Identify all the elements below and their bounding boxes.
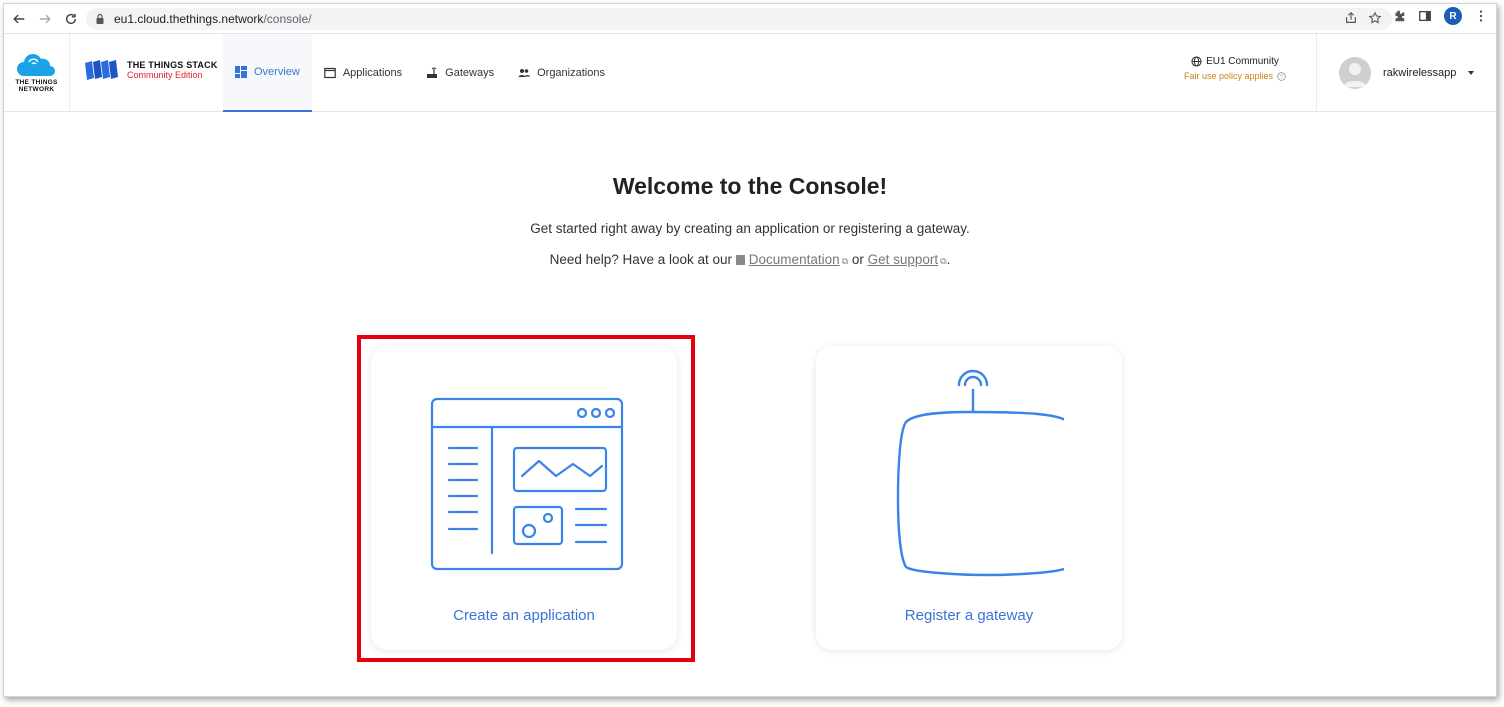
external-link-icon: ⧉ <box>841 256 849 266</box>
forward-icon[interactable] <box>32 6 58 32</box>
router-icon <box>427 67 438 78</box>
address-bar[interactable]: eu1.cloud.thethings.network/console/ <box>86 8 1392 30</box>
nav-overview[interactable]: Overview <box>223 34 312 112</box>
ttn-logo-line1: THE THINGS <box>15 78 58 86</box>
profile-avatar[interactable]: R <box>1444 7 1462 25</box>
back-icon[interactable] <box>6 6 32 32</box>
window-icon <box>324 67 336 79</box>
stack-subtitle: Community Edition <box>127 70 203 80</box>
book-icon <box>735 255 745 265</box>
user-menu[interactable]: rakwirelessapp <box>1316 34 1496 112</box>
side-panel-icon[interactable] <box>1418 9 1432 23</box>
browser-window: eu1.cloud.thethings.network/console/ R T… <box>3 3 1497 697</box>
cluster-info[interactable]: EU1 Community Fair use policy applies ? <box>1184 56 1286 81</box>
extensions-icon[interactable] <box>1392 9 1406 23</box>
reload-icon[interactable] <box>58 6 84 32</box>
cluster-name: EU1 Community <box>1206 56 1279 67</box>
documentation-link[interactable]: Documentation <box>749 252 840 267</box>
share-icon[interactable] <box>1344 11 1358 25</box>
register-gateway-card[interactable]: Register a gateway <box>816 346 1122 650</box>
stack-logo-icon <box>85 60 118 80</box>
nav-gateways-label: Gateways <box>445 67 495 79</box>
nav-organizations[interactable]: Organizations <box>506 34 617 112</box>
avatar <box>1339 57 1371 89</box>
register-gateway-label: Register a gateway <box>904 607 1034 624</box>
ttn-logo[interactable]: THE THINGS NETWORK <box>4 34 70 112</box>
browser-toolbar: eu1.cloud.thethings.network/console/ R <box>4 4 1496 34</box>
main-nav: Overview Applications Gateways Organizat… <box>223 34 617 112</box>
cloud-logo-icon <box>16 53 55 76</box>
nav-overview-label: Overview <box>254 66 300 78</box>
people-icon <box>518 69 531 77</box>
nav-gateways[interactable]: Gateways <box>414 34 506 112</box>
help-circle-icon[interactable]: ? <box>1277 71 1286 81</box>
nav-applications-label: Applications <box>342 67 403 79</box>
star-icon[interactable] <box>1368 11 1382 25</box>
caret-down-icon <box>1468 71 1475 75</box>
globe-icon <box>1191 56 1202 67</box>
page-title: Welcome to the Console! <box>612 173 888 199</box>
intro-text: Get started right away by creating an ap… <box>530 221 970 236</box>
url-text: eu1.cloud.thethings.network/console/ <box>114 12 312 26</box>
fair-use-text: Fair use policy applies <box>1183 71 1273 81</box>
username: rakwirelessapp <box>1383 67 1457 79</box>
stack-title: THE THINGS STACK <box>127 60 218 70</box>
nav-applications[interactable]: Applications <box>312 34 414 112</box>
lock-icon <box>96 13 104 24</box>
dashboard-icon <box>235 66 247 78</box>
help-text: Need help? Have a look at our Documentat… <box>549 252 951 267</box>
highlight-box <box>357 335 695 662</box>
get-support-link[interactable]: Get support <box>868 252 939 267</box>
gateway-illustration-icon <box>896 369 1064 577</box>
more-menu-icon[interactable] <box>1474 9 1488 23</box>
ttn-logo-line2: NETWORK <box>18 85 55 93</box>
app-header: THE THINGS NETWORK THE THINGS STACK Commu… <box>4 34 1496 112</box>
the-things-stack-logo[interactable]: THE THINGS STACK Community Edition <box>84 59 218 81</box>
nav-organizations-label: Organizations <box>537 67 605 79</box>
